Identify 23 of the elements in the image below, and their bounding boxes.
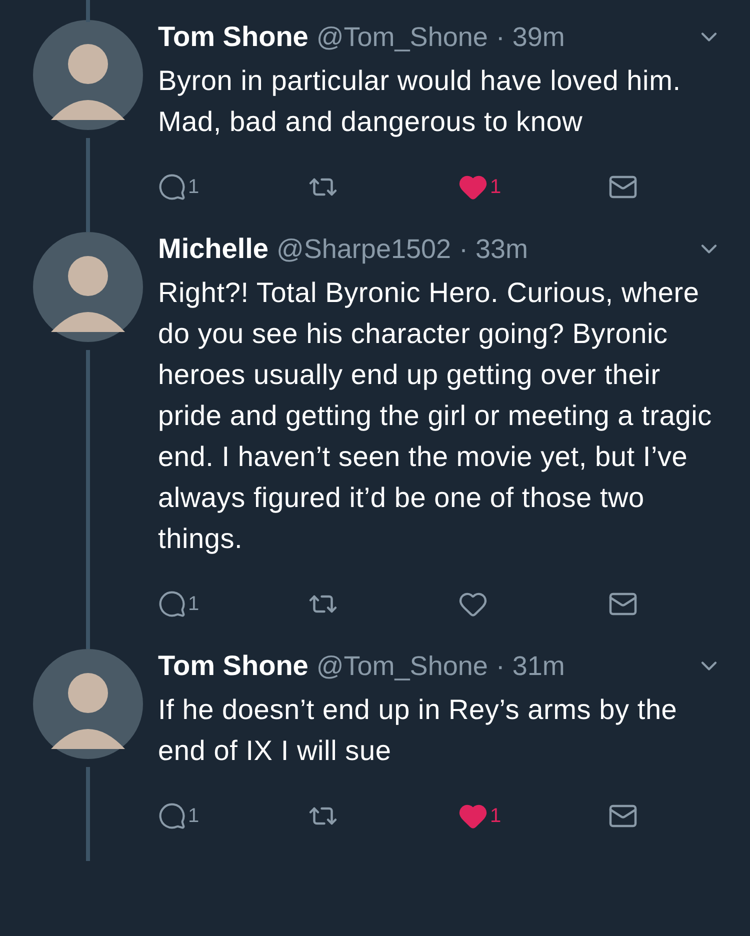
- timestamp: · 39m: [496, 22, 565, 52]
- avatar[interactable]: [33, 232, 143, 342]
- reply-count: 1: [188, 804, 200, 828]
- user-name[interactable]: Michelle: [158, 233, 268, 265]
- avatar[interactable]: [33, 649, 143, 759]
- reply-icon[interactable]: [158, 590, 186, 618]
- avatar[interactable]: [33, 20, 143, 130]
- tweet-text: If he doesn’t end up in Rey’s arms by the end of IX I will sue: [158, 693, 678, 768]
- user-handle[interactable]: @Tom_Shone: [316, 22, 488, 52]
- reply-count: 1: [188, 176, 200, 198]
- tweet-text: Byron in particular would have loved him. Mad, bad and dangerous to know: [158, 64, 682, 139]
- user-name[interactable]: Tom Shone: [158, 650, 308, 682]
- user-handle[interactable]: @Tom_Shone: [316, 650, 488, 682]
- user-name[interactable]: Tom Shone: [158, 21, 308, 53]
- user-handle[interactable]: @Sharpe1502: [276, 234, 452, 264]
- like-count: 1: [490, 176, 502, 198]
- reply-icon[interactable]: [158, 802, 186, 830]
- tweet-text: Right?! Total Byronic Hero. Curious, where do you see his character going? Byronic heroes usually end up getting over their pride and getting the girl or meeting a tragic end. I haven’t seen the movie yet, but I’ve always figured it’d be one of those two things.: [158, 276, 713, 556]
- reply-icon[interactable]: [158, 173, 186, 201]
- timestamp: · 31m: [496, 650, 565, 682]
- like-count: 1: [490, 804, 502, 828]
- timestamp: · 33m: [459, 234, 528, 264]
- reply-count: 1: [188, 592, 200, 616]
